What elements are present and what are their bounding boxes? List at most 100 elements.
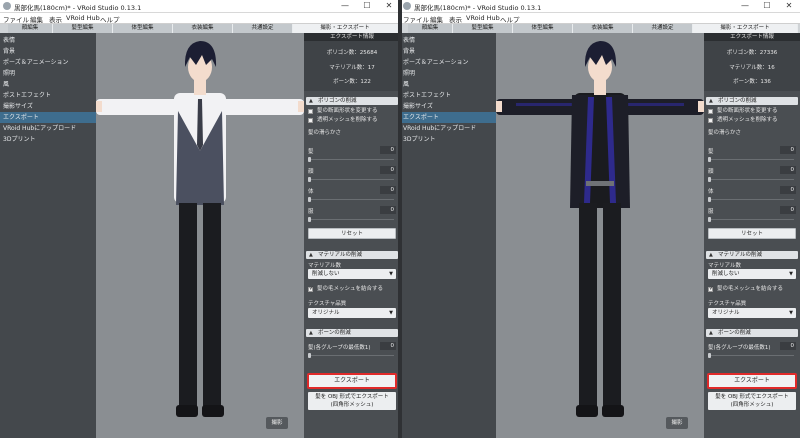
sidebar-item[interactable]: 風 bbox=[400, 79, 496, 90]
tab-item[interactable]: 髪型編集 bbox=[53, 24, 113, 33]
sidebar-item[interactable]: VRoid Hubにアップロード bbox=[400, 123, 496, 134]
slider-thumb[interactable] bbox=[308, 217, 311, 222]
reduction-value-field[interactable]: 0 bbox=[380, 166, 396, 174]
material-section-header[interactable]: ▲ マテリアルの削減 bbox=[706, 251, 798, 259]
slider[interactable] bbox=[708, 197, 794, 202]
sidebar-item[interactable]: ポーズ＆アニメーション bbox=[400, 57, 496, 68]
bone-value-field[interactable]: 0 bbox=[380, 342, 396, 350]
texture-quality-select[interactable]: オリジナル ▼ bbox=[708, 308, 796, 318]
sidebar-item[interactable]: 3Dプリント bbox=[400, 134, 496, 145]
transparent-mesh-option[interactable]: 透明メッシュを削除する bbox=[308, 116, 398, 125]
close-button[interactable]: ✕ bbox=[378, 0, 400, 13]
slider[interactable] bbox=[708, 217, 794, 222]
tab-item[interactable]: 衣装編集 bbox=[573, 24, 633, 33]
slider[interactable] bbox=[308, 353, 394, 358]
tab-item[interactable]: 共通設定 bbox=[233, 24, 293, 33]
sidebar-item[interactable]: 照明 bbox=[0, 68, 96, 79]
model-viewport[interactable]: 撮影 bbox=[96, 33, 304, 438]
slider-thumb[interactable] bbox=[308, 197, 311, 202]
menu-item[interactable]: ヘルプ bbox=[500, 14, 520, 24]
transparent-mesh-option-checkbox[interactable] bbox=[708, 118, 713, 123]
reduction-value-field[interactable]: 0 bbox=[780, 206, 796, 214]
menu-item[interactable]: 編集 bbox=[430, 14, 443, 24]
hair-mesh-merge-option[interactable]: 髪の毛メッシュを結合する bbox=[308, 285, 398, 294]
sidebar-item[interactable]: 照明 bbox=[400, 68, 496, 79]
model-viewport[interactable]: 撮影 bbox=[496, 33, 704, 438]
menu-item[interactable]: ファイル bbox=[403, 14, 429, 24]
reduction-value-field[interactable]: 0 bbox=[780, 186, 796, 194]
sidebar-item[interactable]: ポーズ＆アニメーション bbox=[0, 57, 96, 68]
menu-item[interactable]: ヘルプ bbox=[100, 14, 120, 24]
slider-thumb[interactable] bbox=[708, 353, 711, 358]
export-button[interactable]: エクスポート bbox=[707, 373, 797, 389]
transparent-mesh-option[interactable]: 透明メッシュを削除する bbox=[708, 116, 798, 125]
material-count-select[interactable]: 削減しない ▼ bbox=[308, 269, 396, 279]
maximize-button[interactable]: ☐ bbox=[756, 0, 778, 13]
transparent-mesh-option-checkbox[interactable] bbox=[308, 118, 313, 123]
reduction-value-field[interactable]: 0 bbox=[380, 206, 396, 214]
texture-quality-select[interactable]: オリジナル ▼ bbox=[308, 308, 396, 318]
reduction-value-field[interactable]: 0 bbox=[780, 166, 796, 174]
tab-item[interactable]: 衣装編集 bbox=[173, 24, 233, 33]
tab-item[interactable]: 共通設定 bbox=[633, 24, 693, 33]
slider[interactable] bbox=[708, 157, 794, 162]
hair-cross-section-option[interactable]: 髪の断面形状を変更する bbox=[708, 107, 798, 116]
sidebar-item[interactable]: 風 bbox=[0, 79, 96, 90]
export-hair-obj-button[interactable]: 髪を OBJ 形式でエクスポート (四角形メッシュ) bbox=[708, 392, 796, 410]
slider-thumb[interactable] bbox=[308, 353, 311, 358]
reset-button[interactable]: リセット bbox=[308, 228, 396, 239]
hair-mesh-merge-option-checkbox[interactable] bbox=[708, 285, 714, 294]
export-button[interactable]: エクスポート bbox=[307, 373, 397, 389]
tab-item[interactable]: 撮影・エクスポート bbox=[693, 24, 798, 33]
menu-item[interactable]: VRoid Hub bbox=[466, 14, 500, 22]
hair-mesh-merge-option[interactable]: 髪の毛メッシュを結合する bbox=[708, 285, 798, 294]
maximize-button[interactable]: ☐ bbox=[356, 0, 378, 13]
slider[interactable] bbox=[308, 177, 394, 182]
sidebar-item[interactable]: エクスポート bbox=[0, 112, 96, 123]
slider-thumb[interactable] bbox=[308, 157, 311, 162]
close-button[interactable]: ✕ bbox=[778, 0, 800, 13]
menu-item[interactable]: 編集 bbox=[30, 14, 43, 24]
material-count-select[interactable]: 削減しない ▼ bbox=[708, 269, 796, 279]
menu-item[interactable]: VRoid Hub bbox=[66, 14, 100, 22]
slider[interactable] bbox=[308, 217, 394, 222]
slider-thumb[interactable] bbox=[708, 157, 711, 162]
polygon-section-header[interactable]: ▲ ポリゴンの削減 bbox=[306, 97, 398, 105]
bone-section-header[interactable]: ▲ ボーンの削減 bbox=[706, 329, 798, 337]
material-section-header[interactable]: ▲ マテリアルの削減 bbox=[306, 251, 398, 259]
sidebar-item[interactable]: ポストエフェクト bbox=[400, 90, 496, 101]
sidebar-item[interactable]: ポストエフェクト bbox=[0, 90, 96, 101]
tab-item[interactable]: 髪型編集 bbox=[453, 24, 513, 33]
sidebar-item[interactable]: 表情 bbox=[0, 35, 96, 46]
tab-item[interactable]: 体型編集 bbox=[113, 24, 173, 33]
slider[interactable] bbox=[708, 353, 794, 358]
shoot-button[interactable]: 撮影 bbox=[666, 417, 688, 429]
sidebar-item[interactable]: 表情 bbox=[400, 35, 496, 46]
tab-item[interactable]: 顔編集 bbox=[8, 24, 53, 33]
reduction-value-field[interactable]: 0 bbox=[780, 146, 796, 154]
tab-item[interactable]: 撮影・エクスポート bbox=[293, 24, 398, 33]
sidebar-item[interactable]: 撮影サイズ bbox=[0, 101, 96, 112]
sidebar-item[interactable]: 背景 bbox=[400, 46, 496, 57]
hair-cross-section-option-checkbox[interactable] bbox=[708, 109, 713, 114]
slider-thumb[interactable] bbox=[308, 177, 311, 182]
menu-item[interactable]: 表示 bbox=[49, 14, 62, 24]
bone-value-field[interactable]: 0 bbox=[780, 342, 796, 350]
minimize-button[interactable]: — bbox=[734, 0, 756, 13]
sidebar-item[interactable]: エクスポート bbox=[400, 112, 496, 123]
sidebar-item[interactable]: VRoid Hubにアップロード bbox=[0, 123, 96, 134]
sidebar-item[interactable]: 撮影サイズ bbox=[400, 101, 496, 112]
reduction-value-field[interactable]: 0 bbox=[380, 146, 396, 154]
hair-cross-section-option[interactable]: 髪の断面形状を変更する bbox=[308, 107, 398, 116]
menu-item[interactable]: ファイル bbox=[3, 14, 29, 24]
slider-thumb[interactable] bbox=[708, 197, 711, 202]
hair-cross-section-option-checkbox[interactable] bbox=[308, 109, 313, 114]
sidebar-item[interactable]: 3Dプリント bbox=[0, 134, 96, 145]
reduction-value-field[interactable]: 0 bbox=[380, 186, 396, 194]
polygon-section-header[interactable]: ▲ ポリゴンの削減 bbox=[706, 97, 798, 105]
slider[interactable] bbox=[708, 177, 794, 182]
slider-thumb[interactable] bbox=[708, 217, 711, 222]
slider[interactable] bbox=[308, 157, 394, 162]
export-hair-obj-button[interactable]: 髪を OBJ 形式でエクスポート (四角形メッシュ) bbox=[308, 392, 396, 410]
reset-button[interactable]: リセット bbox=[708, 228, 796, 239]
